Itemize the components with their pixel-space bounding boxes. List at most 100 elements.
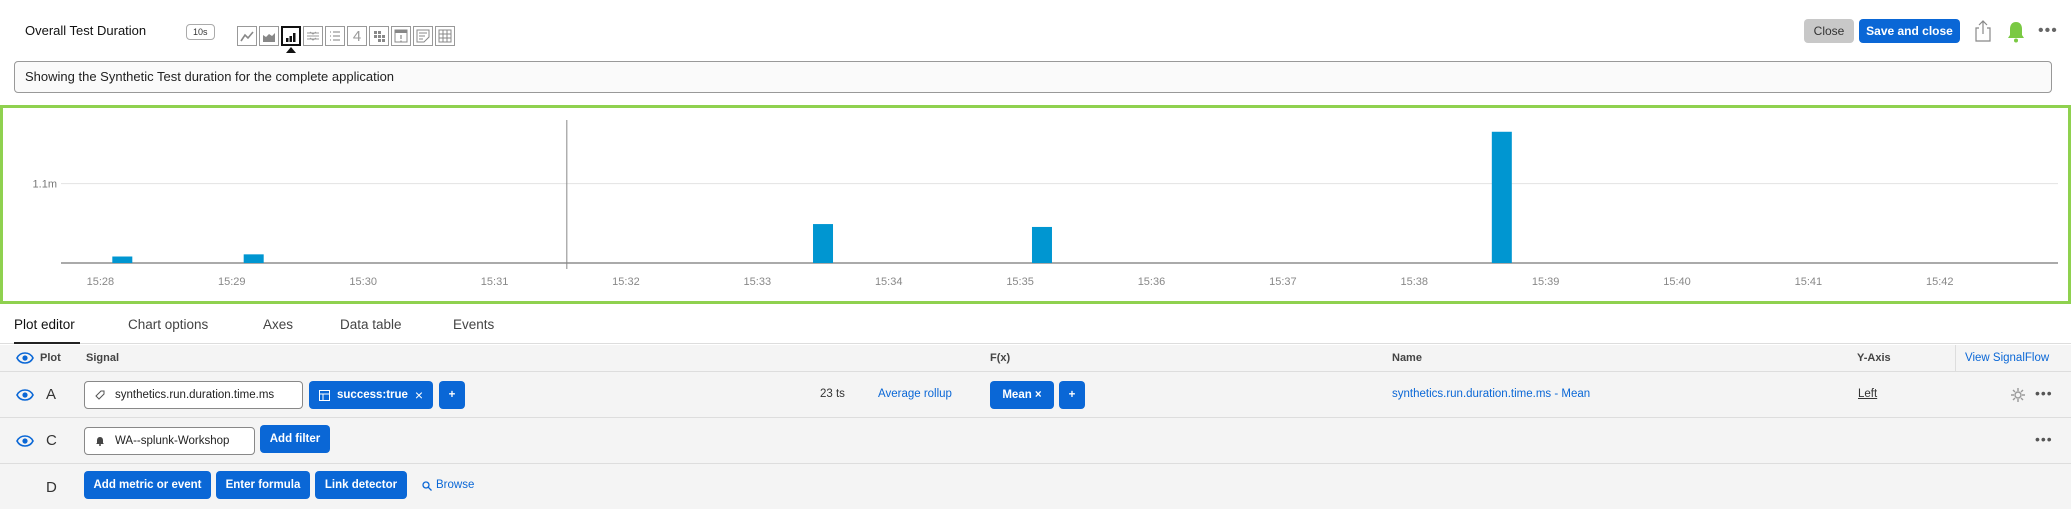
timeseries-count: 23 ts	[820, 388, 845, 400]
x-tick-label: 15:28	[87, 276, 115, 288]
bar	[1491, 131, 1512, 263]
x-tick-label: 15:40	[1663, 276, 1691, 288]
column-chart-icon	[286, 33, 296, 42]
filter-chip[interactable]: success:true ×	[309, 381, 433, 409]
area-chart-button[interactable]	[259, 26, 279, 46]
x-tick-label: 15:41	[1795, 276, 1823, 288]
chart-type-selector: 4	[237, 26, 455, 53]
chart-header: Overall Test Duration 10s 4 Close Save a…	[0, 0, 2071, 58]
plot-editor-header: Plot Signal F(x) Name Y-Axis View Signal…	[0, 345, 2071, 372]
share-icon[interactable]	[1973, 19, 1993, 43]
plot-letter: A	[46, 386, 57, 403]
x-tick-label: 15:38	[1400, 276, 1428, 288]
enter-formula-button[interactable]: Enter formula	[216, 471, 310, 499]
chart-title[interactable]: Overall Test Duration	[25, 23, 146, 38]
remove-filter-icon[interactable]: ×	[415, 381, 423, 409]
row-more-options-icon[interactable]: •••	[2035, 385, 2053, 401]
event-feed-icon	[394, 29, 408, 43]
bar	[112, 256, 133, 263]
single-value-icon: 4	[352, 27, 362, 45]
list-chart-button[interactable]	[325, 26, 345, 46]
signal-input[interactable]: synthetics.run.duration.time.ms	[84, 381, 303, 409]
plot-row-a: A synthetics.run.duration.time.ms succes…	[0, 372, 2071, 418]
plot-letter: C	[46, 432, 57, 449]
column-fx: F(x)	[990, 352, 1011, 364]
single-value-button[interactable]: 4	[347, 26, 367, 46]
column-chart-button[interactable]	[281, 26, 301, 53]
tab-axes[interactable]: Axes	[263, 317, 293, 332]
column-name: Name	[1392, 352, 1422, 364]
plot-row-c: C WA--splunk-Workshop Add filter •••	[0, 418, 2071, 464]
x-tick-label: 15:32	[612, 276, 640, 288]
x-tick-label: 15:29	[218, 276, 246, 288]
tab-plot-editor[interactable]: Plot editor	[14, 317, 75, 332]
signal-value: WA--splunk-Workshop	[115, 435, 230, 447]
rollup-link[interactable]: Average rollup	[878, 388, 952, 400]
chart-description[interactable]: Showing the Synthetic Test duration for …	[14, 61, 2052, 93]
add-function-button[interactable]: +	[1059, 381, 1085, 409]
plot-editor: Plot Signal F(x) Name Y-Axis View Signal…	[0, 345, 2071, 509]
tab-chart-options[interactable]: Chart options	[128, 317, 208, 332]
bar	[1031, 226, 1052, 263]
x-tick-label: 15:30	[349, 276, 377, 288]
x-tick-label: 15:31	[481, 276, 509, 288]
column-signal: Signal	[86, 352, 120, 364]
resolution-badge: 10s	[186, 24, 215, 40]
browse-label: Browse	[436, 479, 475, 491]
bar	[243, 254, 264, 263]
eye-icon[interactable]	[16, 352, 34, 364]
plot-row-d: D Add metric or event Enter formula Link…	[0, 464, 2071, 509]
y-tick-label: 1.1m	[33, 179, 57, 191]
eye-icon[interactable]	[16, 435, 34, 447]
list-chart-icon	[330, 31, 340, 41]
save-and-close-button[interactable]: Save and close	[1859, 19, 1960, 43]
eye-icon[interactable]	[16, 389, 34, 401]
bell-icon[interactable]	[2005, 20, 2027, 44]
tab-data-table[interactable]: Data table	[340, 317, 402, 332]
add-filter-button[interactable]: Add filter	[260, 425, 330, 453]
heatmap-button[interactable]	[369, 26, 389, 46]
x-tick-label: 15:37	[1269, 276, 1297, 288]
line-chart-icon	[240, 31, 254, 42]
x-tick-label: 15:36	[1138, 276, 1166, 288]
bar	[813, 224, 834, 263]
x-tick-label: 15:39	[1532, 276, 1560, 288]
y-axis-selector[interactable]: Left	[1858, 388, 1877, 400]
tab-events[interactable]: Events	[453, 317, 494, 332]
signal-value: synthetics.run.duration.time.ms	[115, 389, 275, 401]
more-options-icon[interactable]: •••	[2038, 22, 2058, 40]
histogram-chart-button[interactable]	[303, 26, 323, 46]
gear-icon[interactable]	[2011, 388, 2025, 402]
column-divider	[1955, 345, 1956, 372]
table-chart-button[interactable]	[435, 26, 455, 46]
add-metric-or-event-button[interactable]: Add metric or event	[84, 471, 211, 499]
link-detector-button[interactable]: Link detector	[315, 471, 407, 499]
text-chart-icon	[416, 29, 430, 43]
filter-value: success:true	[337, 389, 408, 401]
active-tab-indicator	[14, 342, 80, 344]
x-tick-label: 15:34	[875, 276, 903, 288]
plot-letter: D	[46, 479, 57, 496]
plot-name-link[interactable]: synthetics.run.duration.time.ms - Mean	[1392, 388, 1590, 400]
column-y-axis: Y-Axis	[1857, 352, 1891, 364]
search-icon	[422, 481, 432, 491]
row-more-options-icon[interactable]: •••	[2035, 431, 2053, 447]
histogram-chart-icon	[307, 31, 319, 41]
line-chart-button[interactable]	[237, 26, 257, 46]
signal-input[interactable]: WA--splunk-Workshop	[84, 427, 255, 455]
event-feed-button[interactable]	[391, 26, 411, 46]
filter-icon	[319, 390, 330, 401]
view-signalflow-link[interactable]: View SignalFlow	[1965, 352, 2049, 364]
column-plot: Plot	[40, 352, 61, 364]
metric-tag-icon	[95, 390, 105, 400]
close-button[interactable]: Close	[1804, 19, 1854, 43]
mean-function-chip[interactable]: Mean ×	[990, 381, 1054, 409]
heatmap-icon	[374, 31, 385, 42]
selected-caret-icon	[286, 47, 296, 53]
editor-tabs: Plot editor Chart options Axes Data tabl…	[0, 305, 2071, 344]
chart-panel: 1.1m 15:28 15:29 15:30 15:31 15:32 15:33 15:34 1…	[0, 105, 2071, 304]
add-filter-button[interactable]: +	[439, 381, 465, 409]
table-chart-icon	[438, 29, 452, 43]
text-chart-button[interactable]	[413, 26, 433, 46]
column-chart: 1.1m 15:28 15:29 15:30 15:31 15:32 15:33 15:34 1…	[33, 120, 2058, 288]
